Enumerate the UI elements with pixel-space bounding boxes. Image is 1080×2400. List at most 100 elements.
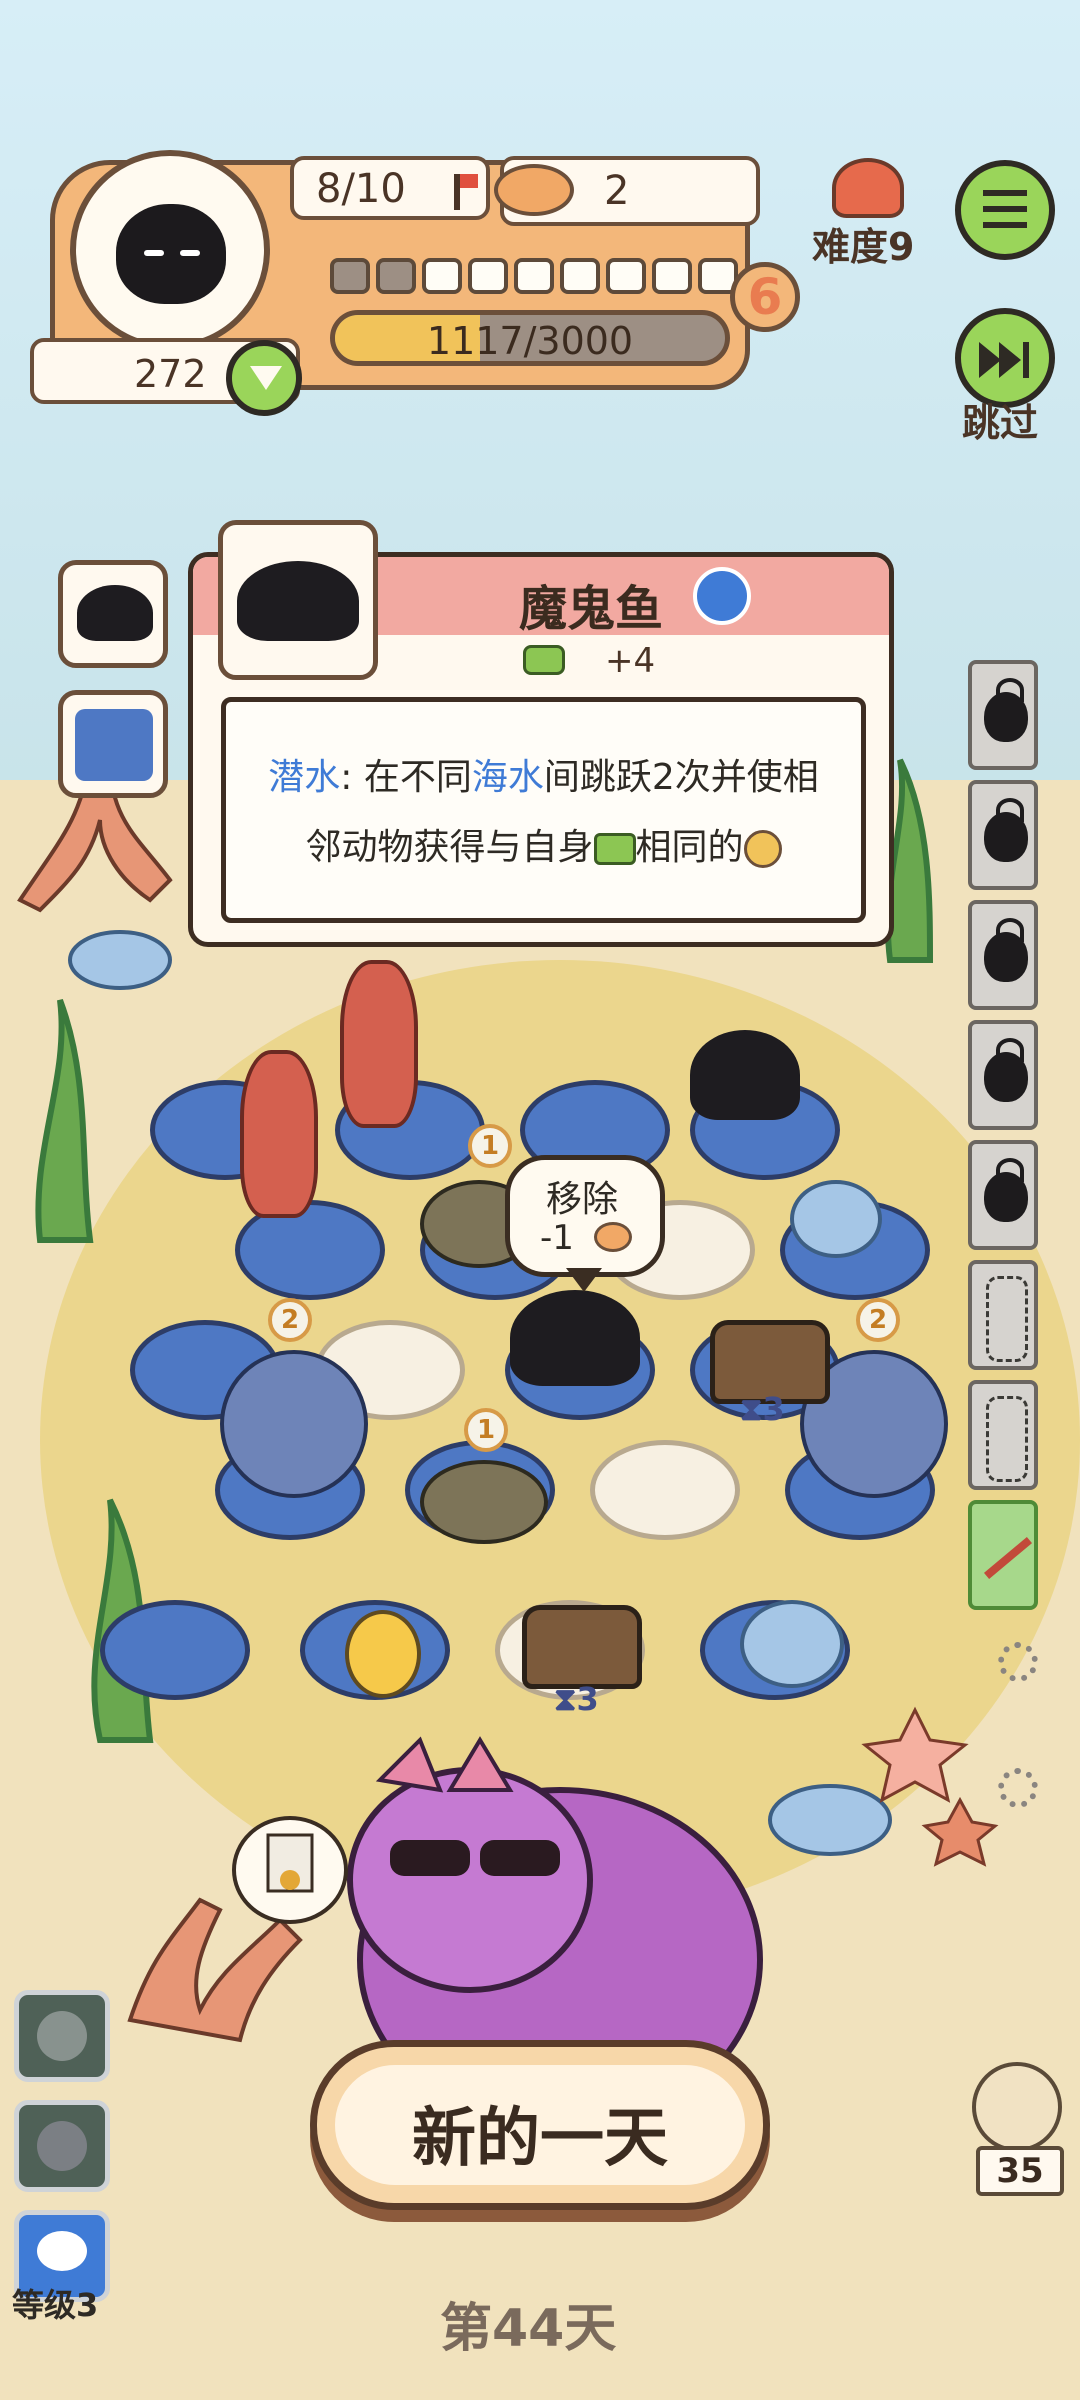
stage-segment [376, 258, 416, 294]
stage-segment [514, 258, 554, 294]
manta-ray-icon[interactable] [690, 1030, 800, 1120]
buff-slot-2[interactable] [14, 2100, 110, 2192]
manta-ray-icon [237, 561, 359, 641]
stage-segment [468, 258, 508, 294]
fishing-net-icon [986, 1396, 1028, 1482]
manta-card-small[interactable] [58, 560, 168, 668]
count-badge: 2 [856, 1298, 900, 1342]
water-icon [75, 709, 153, 781]
squid-icon[interactable] [240, 1050, 318, 1218]
buff-slot-1[interactable] [14, 1990, 110, 2082]
tooltip-title: 魔鬼鱼 [519, 581, 664, 637]
ticket-progress: 8/10 [290, 156, 490, 220]
paw-icon [37, 2121, 87, 2171]
squid-icon[interactable] [340, 960, 418, 1128]
trash-bag-icon [984, 918, 1028, 982]
manta-ray-icon[interactable] [510, 1290, 640, 1386]
stage-segment [560, 258, 600, 294]
expand-icon[interactable] [226, 340, 302, 416]
remove-cost: -1 [540, 1218, 574, 1258]
turtle-icon[interactable] [420, 1460, 548, 1544]
pufferfish-counter[interactable]: 35 [970, 2060, 1068, 2200]
remove-bubble[interactable]: 移除 -1 [505, 1155, 665, 1277]
egg-icon [37, 2011, 87, 2061]
difficulty-indicator[interactable]: 难度9 [810, 150, 930, 270]
remove-label: 移除 [546, 1179, 619, 1220]
treasure-chest[interactable] [522, 1605, 642, 1689]
day-counter: 第44天 [440, 2299, 617, 2359]
hourglass-timer: ⧗3 [740, 1390, 785, 1428]
count-badge: 1 [464, 1408, 508, 1452]
seawater-keyword: 海水 [471, 757, 544, 798]
trash-bag-slot-5[interactable] [968, 1140, 1038, 1250]
trash-bag-slot-2[interactable] [968, 780, 1038, 890]
cloud-icon [37, 2231, 87, 2271]
black-cat-icon [116, 204, 226, 304]
ability-keyword: 潜水 [268, 757, 341, 798]
desc-text-3: 邻动物获得与自身 [305, 827, 594, 868]
list-icon [983, 190, 1027, 196]
trash-bag-icon [984, 1158, 1028, 1222]
gear-icon [998, 1642, 1038, 1682]
xp-text: 1117/3000 [426, 319, 634, 363]
can-counter: 2 [494, 156, 760, 226]
desc-text-2: 间跳跃2次并使相 [543, 757, 819, 798]
jellyfish-icon[interactable] [790, 1180, 882, 1258]
stage-segment [652, 258, 692, 294]
crown-icon [832, 158, 904, 218]
can-count: 2 [604, 168, 630, 214]
coin-count: 272 [134, 352, 207, 396]
trash-bag-icon [984, 678, 1028, 742]
net-slot-2[interactable] [968, 1380, 1038, 1490]
seawater-card-small[interactable] [58, 690, 168, 798]
trash-bag-slot-4[interactable] [968, 1020, 1038, 1130]
trash-bag-slot-3[interactable] [968, 900, 1038, 1010]
level-number: 6 [747, 268, 783, 326]
hourglass-timer: ⧗3 [554, 1680, 599, 1718]
paw-food-icon [523, 645, 565, 675]
count-badge: 1 [468, 1124, 512, 1168]
fast-forward-icon [979, 342, 1001, 378]
player-hud: 8/10 2 6 1117/3000 272 [30, 150, 800, 416]
level-circle: 6 [730, 262, 800, 332]
avatar[interactable] [70, 150, 270, 350]
skip-label: 跳过 [962, 401, 1039, 445]
board-tile[interactable] [100, 1600, 250, 1700]
level-label: 等级3 [12, 2286, 99, 2324]
stage-segment [422, 258, 462, 294]
count-badge-value: 1 [480, 1131, 500, 1161]
trash-bag-icon [984, 1038, 1028, 1102]
count-badge: 2 [268, 1298, 312, 1342]
trash-bag-icon [984, 798, 1028, 862]
fish-count: 35 [996, 2151, 1044, 2191]
pufferfish-icon [972, 2062, 1062, 2152]
count-badge-value: 2 [868, 1305, 888, 1335]
new-day-label: 新的一天 [412, 2102, 668, 2176]
xp-bar: 1117/3000 [330, 310, 730, 366]
ticket-progress-text: 8/10 [316, 166, 406, 212]
can-icon [594, 1222, 632, 1252]
dragon-icon[interactable] [220, 1350, 368, 1498]
fishing-net-icon [986, 1276, 1028, 1362]
difficulty-label: 难度9 [812, 225, 915, 269]
chest-timer-value: 3 [762, 1390, 785, 1428]
gear-icon [998, 1768, 1038, 1808]
can-icon [494, 164, 574, 216]
trash-bag-slot-1[interactable] [968, 660, 1038, 770]
stage-segment [606, 258, 646, 294]
menu-button[interactable] [955, 160, 1055, 260]
net-slot-1[interactable] [968, 1260, 1038, 1370]
stage-segment [330, 258, 370, 294]
chick-icon[interactable] [345, 1610, 421, 1698]
tag-icon [693, 567, 751, 625]
manta-ray-icon [77, 585, 153, 641]
desc-text-4: 相同的 [635, 827, 744, 868]
tooltip-portrait [218, 520, 378, 680]
tooltip-bonus: +4 [605, 641, 656, 681]
chest-timer-value: 3 [576, 1680, 599, 1718]
fishing-rod-slot[interactable] [968, 1500, 1038, 1610]
board-tile[interactable] [590, 1440, 740, 1540]
new-day-button[interactable]: 新的一天 [310, 2040, 770, 2210]
jellyfish-icon[interactable] [740, 1600, 844, 1688]
count-badge-value: 2 [280, 1305, 300, 1335]
